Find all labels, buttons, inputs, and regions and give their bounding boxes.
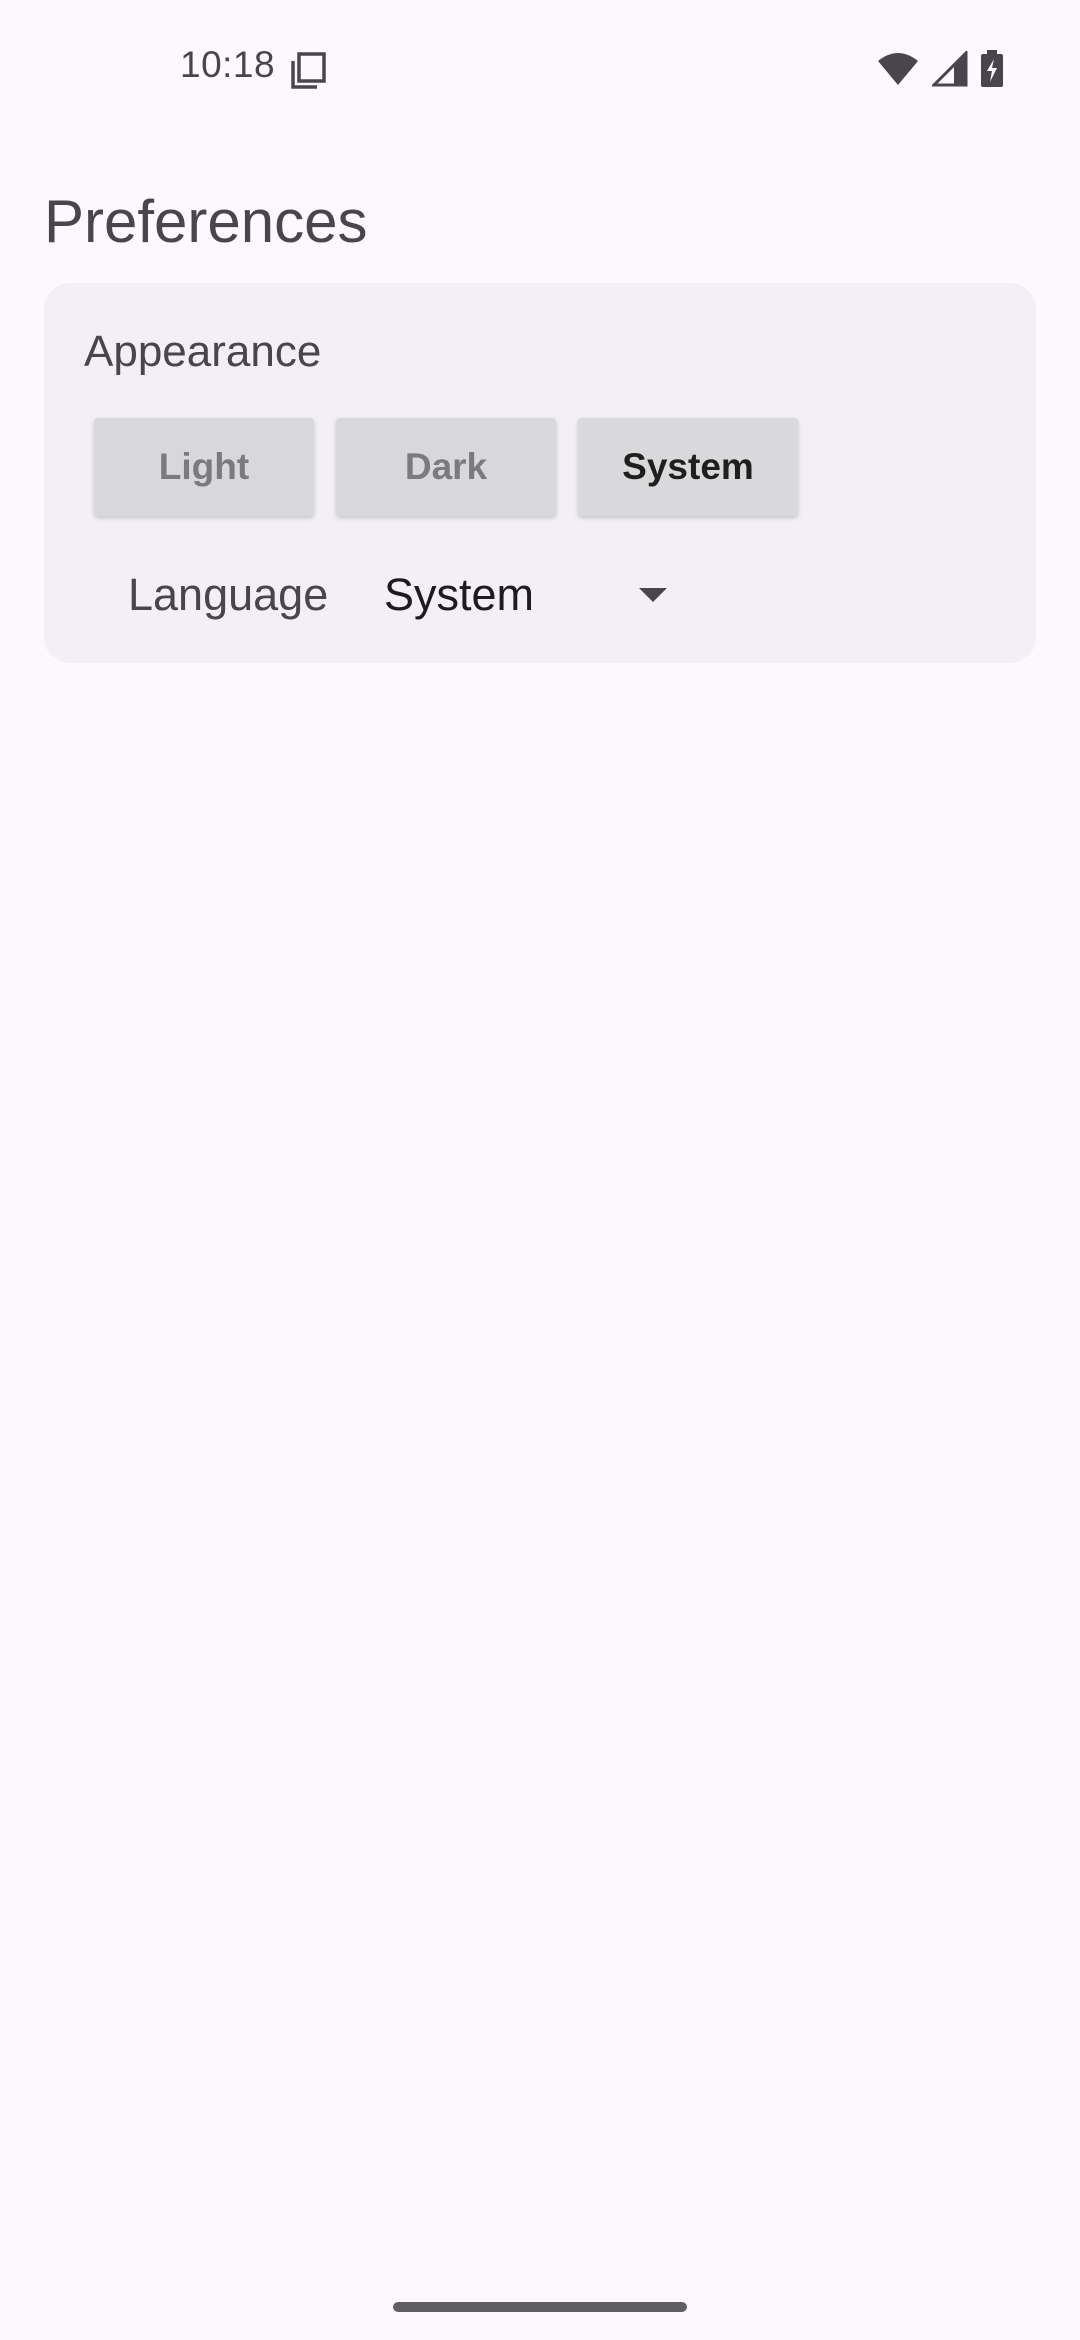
gesture-navigation-bar[interactable] <box>393 2302 687 2312</box>
status-time: 10:18 <box>180 44 276 85</box>
theme-light-button[interactable]: Light <box>94 418 314 516</box>
theme-dark-button[interactable]: Dark <box>336 418 556 516</box>
language-value: System <box>384 569 535 620</box>
language-label: Language <box>128 569 329 620</box>
wifi-icon <box>876 51 920 92</box>
theme-system-button[interactable]: System <box>578 418 798 516</box>
status-bar: 10:18 <box>0 0 1080 140</box>
cellular-signal-icon <box>930 48 968 92</box>
dropdown-arrow-icon <box>639 588 667 602</box>
preferences-card: Appearance Light Dark System Language Sy… <box>44 283 1036 663</box>
language-dropdown[interactable]: System <box>384 553 684 637</box>
status-icons <box>876 48 1004 93</box>
page-title: Preferences <box>44 188 368 255</box>
notification-copy-icon <box>290 52 326 90</box>
appearance-heading: Appearance <box>84 327 322 376</box>
battery-charging-icon <box>980 49 1004 93</box>
